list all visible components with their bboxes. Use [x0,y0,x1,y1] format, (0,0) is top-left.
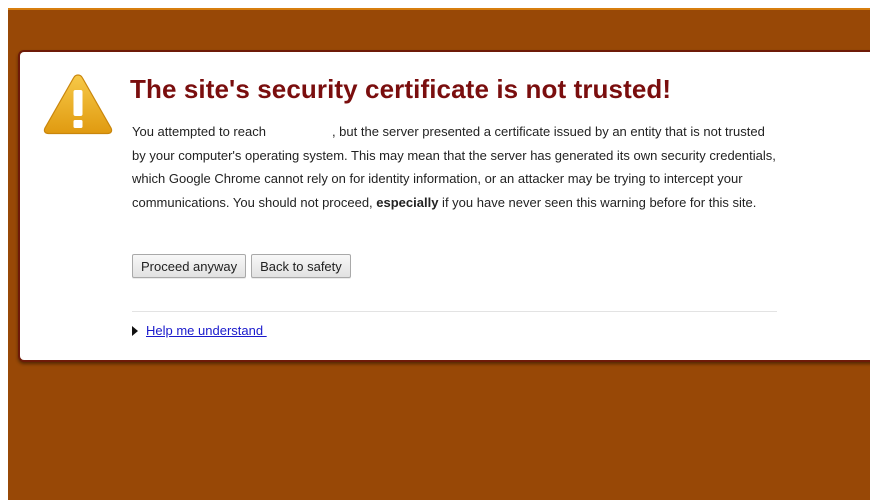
redacted-hostname [265,126,332,139]
help-link-label: Help me understand [146,323,267,338]
disclosure-arrow-icon [132,325,138,336]
description-prefix: You attempted to reach [132,124,266,139]
warning-description: You attempted to reach, but the server p… [132,120,782,214]
back-to-safety-button[interactable]: Back to safety [251,254,351,278]
description-emphasis: especially [376,194,439,210]
proceed-anyway-button[interactable]: Proceed anyway [132,254,247,278]
help-me-understand-link[interactable]: Help me understand [132,323,267,338]
page-title: The site's security certificate is not t… [130,74,672,104]
action-buttons: Proceed anyway Back to safety [132,254,351,278]
warning-triangle-icon [43,74,113,135]
description-end: if you have never seen this warning befo… [438,194,757,210]
page-background: The site's security certificate is not t… [8,8,870,500]
interstitial-card: The site's security certificate is not t… [18,50,870,362]
divider [132,311,777,312]
